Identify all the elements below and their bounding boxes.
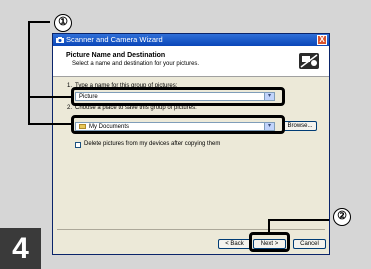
step-number-badge: 4	[0, 228, 41, 269]
wizard-header: Picture Name and Destination Select a na…	[53, 46, 329, 77]
header-title: Picture Name and Destination	[66, 52, 166, 59]
cancel-button[interactable]: Cancel	[293, 239, 326, 249]
destination-field-highlight	[71, 115, 285, 134]
place-prompt-number: 2.	[67, 105, 73, 111]
close-button[interactable]: X	[317, 35, 327, 45]
footer-divider	[57, 229, 325, 230]
browse-button[interactable]: Browse...	[283, 121, 317, 131]
back-button[interactable]: < Back	[218, 239, 251, 249]
delete-checkbox[interactable]	[75, 142, 81, 148]
callout-1-line-upper	[28, 96, 71, 98]
callout-2-badge: ②	[333, 208, 351, 226]
callout-1-line-top	[28, 21, 50, 23]
next-button-highlight	[249, 232, 290, 252]
wizard-dialog: Scanner and Camera Wizard X Picture Name…	[52, 33, 330, 255]
delete-checkbox-label: Delete pictures from my devices after co…	[84, 141, 221, 147]
scanner-camera-icon	[299, 53, 319, 69]
window-title: Scanner and Camera Wizard	[66, 35, 163, 44]
name-field-highlight	[71, 87, 285, 106]
wizard-icon	[56, 37, 64, 43]
callout-1-badge: ①	[54, 14, 72, 32]
callout-2-line-horizontal	[268, 219, 329, 221]
callout-1-line-lower	[28, 123, 71, 125]
callout-1-line-vertical	[28, 21, 30, 124]
title-bar: Scanner and Camera Wizard X	[53, 34, 329, 46]
header-subtitle: Select a name and destination for your p…	[72, 61, 200, 67]
